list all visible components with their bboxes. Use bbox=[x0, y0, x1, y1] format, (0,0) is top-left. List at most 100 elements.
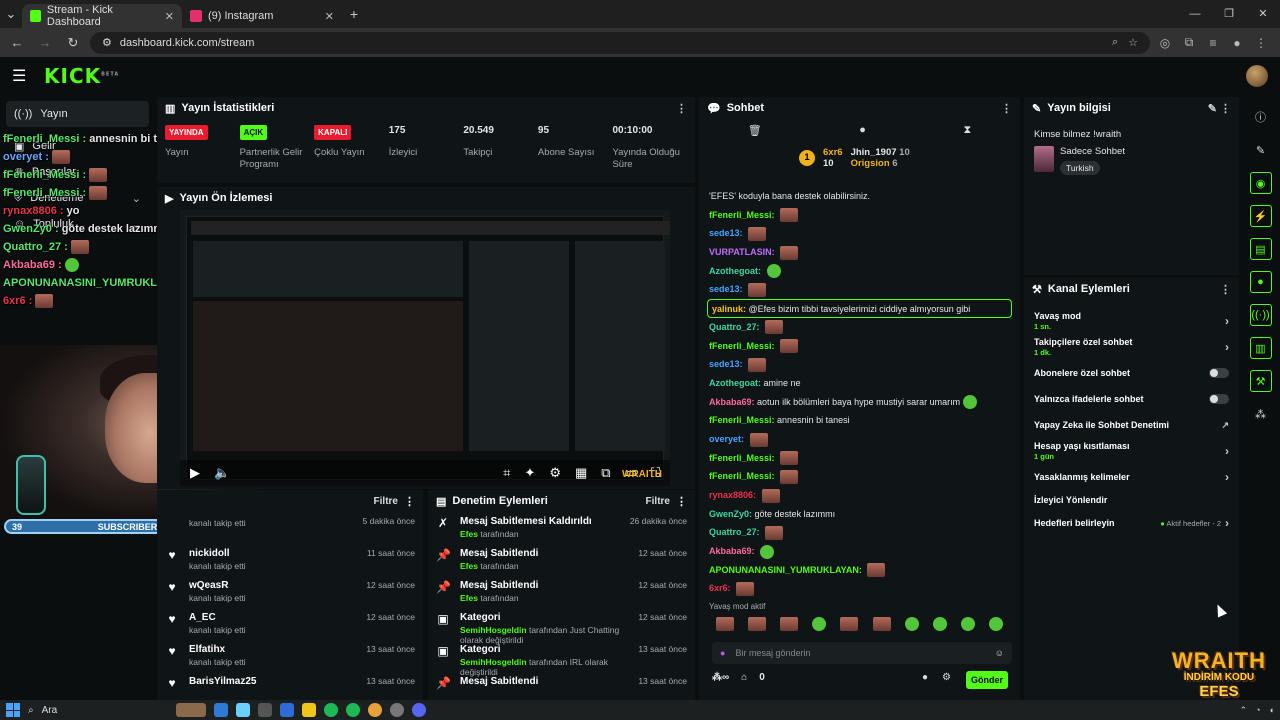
close-tab-icon[interactable]: ✕ bbox=[325, 10, 334, 23]
media-icon[interactable]: ≡ bbox=[1204, 36, 1222, 50]
chat-username[interactable]: yalinuk: bbox=[712, 304, 746, 314]
chat-bubble-icon[interactable]: ● bbox=[859, 124, 866, 136]
chat-icon[interactable]: ● bbox=[1249, 271, 1272, 293]
chat-message[interactable]: overyet: bbox=[699, 430, 1020, 449]
explorer-icon[interactable] bbox=[302, 703, 316, 717]
chrome-icon[interactable] bbox=[368, 703, 382, 717]
forward-icon[interactable]: → bbox=[34, 35, 56, 50]
chat-username[interactable]: rynax8806: bbox=[709, 490, 756, 500]
emote-icon[interactable] bbox=[932, 617, 947, 632]
pencil-icon[interactable]: ✎ bbox=[1250, 139, 1272, 161]
tab-kick-dashboard[interactable]: Stream - Kick Dashboard ✕ bbox=[22, 4, 182, 28]
maximize-icon[interactable]: ❐ bbox=[1212, 0, 1246, 28]
chat-message[interactable]: fFenerli_Messi: bbox=[699, 337, 1020, 356]
discord-icon[interactable] bbox=[412, 703, 426, 717]
chat-username[interactable]: Quattro_27: bbox=[709, 527, 760, 537]
slow-mode-row[interactable]: Yavaş mod 1 sn. › bbox=[1024, 308, 1239, 334]
chat-message[interactable]: fFenerli_Messi: bbox=[699, 206, 1020, 225]
chat-message[interactable]: 'EFES' koduyla bana destek olabilirsiniz… bbox=[699, 187, 1020, 206]
chat-username[interactable]: VURPATLASIN: bbox=[709, 247, 775, 257]
send-button[interactable]: Gönder bbox=[966, 671, 1008, 689]
spotify-icon-2[interactable] bbox=[346, 703, 360, 717]
chat-message[interactable]: rynax8806: bbox=[699, 486, 1020, 505]
volume-icon[interactable]: ◖ bbox=[1269, 705, 1274, 716]
site-info-icon[interactable]: ⚙ bbox=[102, 36, 112, 49]
ai-moderation-row[interactable]: Yapay Zeka ile Sohbet Denetimi ↗ bbox=[1024, 412, 1239, 438]
chat-username[interactable]: Azothegoat: bbox=[709, 378, 761, 388]
emote-icon[interactable] bbox=[716, 617, 735, 632]
chat-message[interactable]: sede13: bbox=[699, 224, 1020, 243]
chat-username[interactable]: overyet: bbox=[709, 434, 744, 444]
hamburger-menu-icon[interactable]: ☰ bbox=[12, 66, 32, 86]
chat-username[interactable]: fFenerli_Messi: bbox=[709, 415, 775, 425]
outlook-icon[interactable] bbox=[280, 703, 294, 717]
chat-message[interactable]: fFenerli_Messi: bbox=[699, 467, 1020, 486]
emote-icon[interactable] bbox=[872, 617, 891, 632]
chat-icon[interactable]: ● bbox=[922, 672, 928, 683]
tray-chevron-icon[interactable]: ⌃ bbox=[1240, 705, 1248, 716]
trash-icon[interactable]: 🗑 bbox=[748, 124, 762, 137]
chat-username[interactable]: sede13: bbox=[709, 359, 743, 369]
broadcast-icon[interactable]: ((·)) bbox=[1249, 304, 1272, 326]
chat-message[interactable]: APONUNANASINI_YUMRUKLAYAN: bbox=[699, 561, 1020, 580]
widget-icon[interactable] bbox=[176, 703, 206, 717]
chat-message[interactable]: Azothegoat: amine ne bbox=[699, 374, 1020, 393]
points-icon[interactable]: ⁂∞ bbox=[712, 672, 729, 683]
wrench-icon[interactable]: ⚒ bbox=[1249, 370, 1272, 392]
back-icon[interactable]: ← bbox=[6, 35, 28, 50]
emote-icon[interactable] bbox=[960, 617, 975, 632]
chat-message[interactable]: yalinuk: @Efes bizim tibbi tavsiyelerimi… bbox=[707, 299, 1012, 318]
pip-icon[interactable]: ⧉ bbox=[601, 465, 610, 481]
copilot-icon[interactable] bbox=[236, 703, 250, 717]
emotes-only-toggle[interactable] bbox=[1209, 394, 1229, 404]
edit-icon[interactable]: ✎ ⋮ bbox=[1208, 102, 1231, 115]
new-tab-button[interactable]: + bbox=[342, 6, 366, 22]
chat-message[interactable]: 6xr6: bbox=[699, 579, 1020, 598]
wifi-icon[interactable]: ◔ bbox=[1255, 705, 1260, 716]
gift-icon[interactable]: ⌂ bbox=[741, 672, 747, 683]
volume-icon[interactable]: 🔈 bbox=[214, 465, 230, 481]
chat-message[interactable]: Azothegoat: bbox=[699, 262, 1020, 281]
chat-message[interactable]: Akbaba69: aotun ilk bölümleri baya hype … bbox=[699, 393, 1020, 412]
chat-message[interactable]: fFenerli_Messi: bbox=[699, 449, 1020, 468]
profile-icon[interactable]: ● bbox=[1228, 36, 1246, 50]
chat-message[interactable]: Quattro_27: bbox=[699, 523, 1020, 542]
reload-icon[interactable]: ↻ bbox=[62, 35, 84, 51]
more-options-icon[interactable]: ⋮ bbox=[676, 102, 687, 115]
minimize-icon[interactable]: — bbox=[1178, 0, 1212, 28]
play-icon[interactable]: ▶ bbox=[190, 465, 200, 481]
chat-message[interactable]: sede13: bbox=[699, 355, 1020, 374]
chat-username[interactable]: Azothegoat: bbox=[709, 266, 761, 276]
spotify-icon[interactable] bbox=[324, 703, 338, 717]
emote-icon[interactable] bbox=[904, 617, 919, 632]
extension-icon[interactable]: ◎ bbox=[1156, 36, 1174, 50]
chat-username[interactable]: Akbaba69: bbox=[709, 397, 755, 407]
close-tab-icon[interactable]: ✕ bbox=[165, 10, 174, 23]
emote-icon[interactable] bbox=[812, 617, 827, 632]
tab-instagram[interactable]: (9) Instagram ✕ bbox=[182, 4, 342, 28]
banned-words-row[interactable]: Yasaklanmış kelimeler › bbox=[1024, 464, 1239, 490]
goals-row[interactable]: Hedefleri belirleyin ● Aktif hedefler - 2… bbox=[1024, 510, 1239, 536]
chat-username[interactable]: sede13: bbox=[709, 228, 743, 238]
tab-search-icon[interactable]: ⌄ bbox=[0, 6, 22, 22]
emote-icon[interactable] bbox=[840, 617, 859, 632]
more-options-icon[interactable]: ⋮ bbox=[1220, 283, 1231, 296]
chat-username[interactable]: fFenerli_Messi: bbox=[709, 453, 775, 463]
more-options-icon[interactable]: ⋮ bbox=[676, 495, 687, 508]
lightning-icon[interactable]: ⚡ bbox=[1249, 205, 1272, 227]
close-window-icon[interactable]: ✕ bbox=[1246, 0, 1280, 28]
stream-preview-video[interactable]: ▶ 🔈 ⌗ ✦ ⚙ ▦ ⧉ ▭ ⛶ WRAITH bbox=[180, 210, 670, 486]
stats-icon[interactable]: ▦ bbox=[575, 465, 587, 481]
user-avatar[interactable] bbox=[1246, 65, 1268, 87]
storage-icon[interactable]: ▥ bbox=[1249, 337, 1272, 359]
subscribers-only-toggle[interactable] bbox=[1209, 368, 1229, 378]
raid-row[interactable]: İzleyici Yönlendir bbox=[1024, 490, 1239, 510]
menu-dots-icon[interactable]: ⋮ bbox=[1252, 36, 1270, 50]
emote-icon[interactable] bbox=[988, 617, 1003, 632]
extensions-puzzle-icon[interactable]: ⧉ bbox=[1180, 35, 1198, 50]
chat-message[interactable]: Akbaba69: bbox=[699, 542, 1020, 561]
sparkle-icon[interactable]: ✦ bbox=[524, 465, 535, 481]
moderation-filter-button[interactable]: Filtre bbox=[646, 496, 670, 507]
chat-username[interactable]: APONUNANASINI_YUMRUKLAYAN: bbox=[709, 565, 862, 575]
obs-icon[interactable] bbox=[390, 703, 404, 717]
